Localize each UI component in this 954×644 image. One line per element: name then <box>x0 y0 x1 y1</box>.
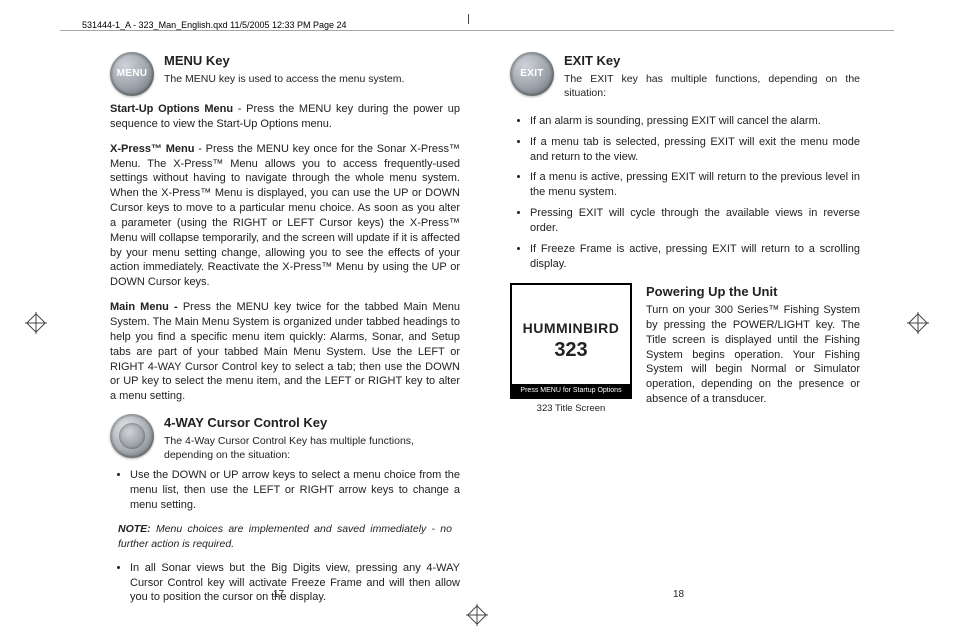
heading-powering-up: Powering Up the Unit <box>646 283 860 301</box>
lead-xpress: X-Press™ Menu <box>110 143 194 155</box>
crop-mark-top <box>468 14 469 24</box>
lead-startup: Start-Up Options Menu <box>110 103 233 115</box>
trim-line-top <box>60 30 894 31</box>
page-number-17: 17 <box>273 589 284 600</box>
note-lead: NOTE: <box>118 523 151 535</box>
para-main-menu: Main Menu - Press the MENU key twice for… <box>110 300 460 404</box>
title-screen-figure: HUMMINBIRD 323 Press MENU for Startup Op… <box>510 283 632 416</box>
section-menu-key: MENU MENU Key The MENU key is used to ac… <box>110 52 460 96</box>
heading-cursor-key: 4-WAY Cursor Control Key <box>164 414 460 432</box>
section-cursor-key: 4-WAY Cursor Control Key The 4-Way Curso… <box>110 414 460 462</box>
heading-menu-key: MENU Key <box>164 52 460 70</box>
title-screen-box: HUMMINBIRD 323 Press MENU for Startup Op… <box>510 283 632 399</box>
page-17: MENU MENU Key The MENU key is used to ac… <box>100 48 470 604</box>
section-powering-up: HUMMINBIRD 323 Press MENU for Startup Op… <box>510 283 860 416</box>
list-item: Use the DOWN or UP arrow keys to select … <box>130 468 460 513</box>
note-text: Menu choices are implemented and saved i… <box>118 523 452 549</box>
list-item: In all Sonar views but the Big Digits vi… <box>130 561 460 606</box>
registration-mark-right <box>907 312 929 334</box>
sub-menu-key: The MENU key is used to access the menu … <box>164 72 460 86</box>
title-screen-brand: HUMMINBIRD <box>523 319 620 338</box>
list-cursor-1: Use the DOWN or UP arrow keys to select … <box>110 468 460 513</box>
page-18: EXIT EXIT Key The EXIT key has multiple … <box>500 48 870 604</box>
list-item: If a menu is active, pressing EXIT will … <box>530 170 860 200</box>
sub-exit-key: The EXIT key has multiple functions, dep… <box>564 72 860 100</box>
list-exit: If an alarm is sounding, pressing EXIT w… <box>510 114 860 272</box>
list-item: Pressing EXIT will cycle through the ava… <box>530 206 860 236</box>
cursor-control-icon <box>110 414 154 458</box>
title-screen-caption: 323 Title Screen <box>510 403 632 416</box>
text-xpress: - Press the MENU key once for the Sonar … <box>110 143 460 289</box>
list-item: If an alarm is sounding, pressing EXIT w… <box>530 114 860 129</box>
exit-button-icon: EXIT <box>510 52 554 96</box>
list-item: If a menu tab is selected, pressing EXIT… <box>530 135 860 165</box>
list-cursor-2: In all Sonar views but the Big Digits vi… <box>110 561 460 606</box>
title-screen-bar: Press MENU for Startup Options <box>512 384 630 397</box>
page-number-18: 18 <box>673 589 684 600</box>
text-main: Press the MENU key twice for the tabbed … <box>110 301 460 402</box>
para-powering-up: Turn on your 300 Series™ Fishing System … <box>646 303 860 407</box>
page-spread: MENU MENU Key The MENU key is used to ac… <box>0 48 870 604</box>
para-startup-options: Start-Up Options Menu - Press the MENU k… <box>110 102 460 132</box>
menu-button-icon: MENU <box>110 52 154 96</box>
lead-main: Main Menu - <box>110 301 183 313</box>
sub-cursor-key: The 4-Way Cursor Control Key has multipl… <box>164 434 460 462</box>
print-header: 531444-1_A - 323_Man_English.qxd 11/5/20… <box>82 20 347 30</box>
heading-exit-key: EXIT Key <box>564 52 860 70</box>
note-menu-save: NOTE: Menu choices are implemented and s… <box>118 522 452 550</box>
para-xpress-menu: X-Press™ Menu - Press the MENU key once … <box>110 142 460 290</box>
title-screen-model: 323 <box>554 337 587 364</box>
list-item: If Freeze Frame is active, pressing EXIT… <box>530 242 860 272</box>
section-exit-key: EXIT EXIT Key The EXIT key has multiple … <box>510 52 860 100</box>
registration-mark-bottom <box>466 604 488 626</box>
